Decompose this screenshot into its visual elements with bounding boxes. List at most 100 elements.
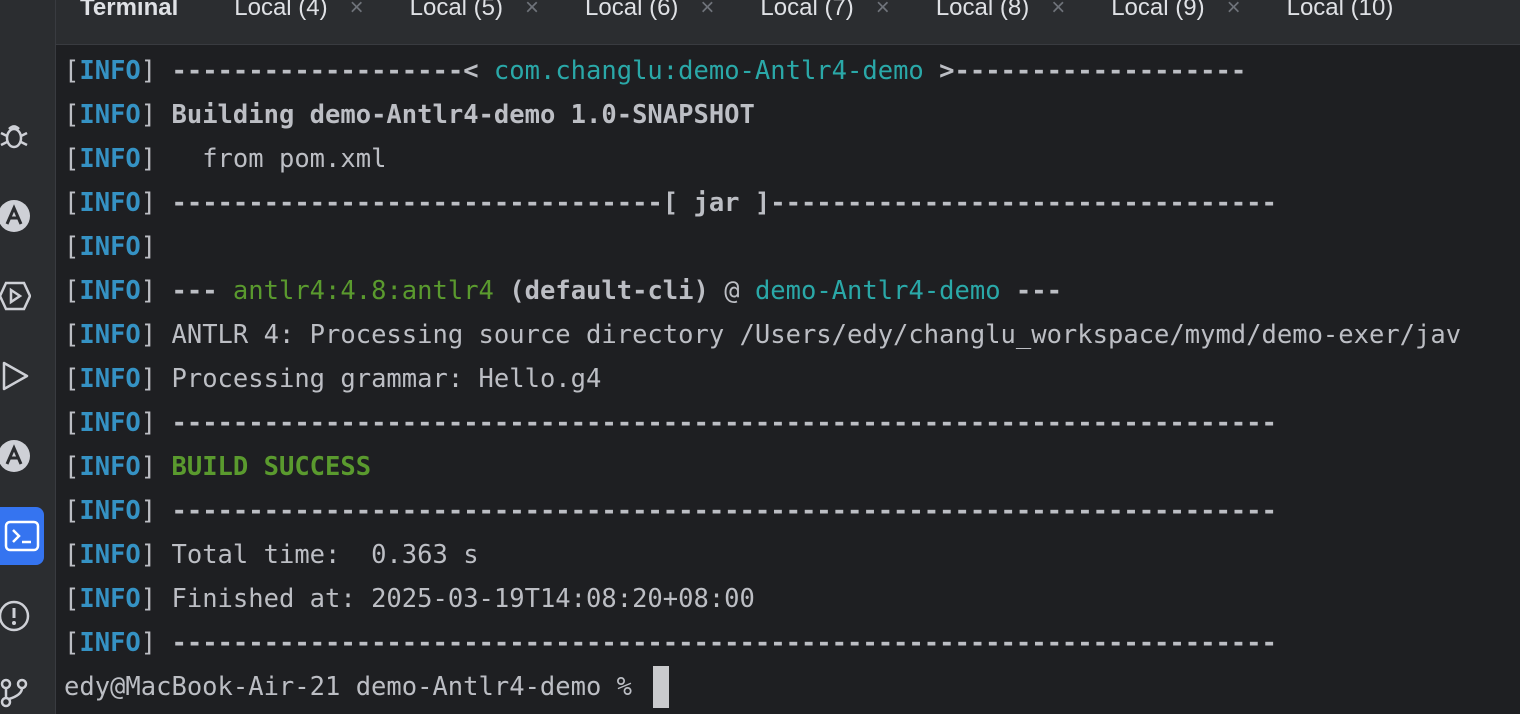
log-level: INFO bbox=[79, 628, 141, 658]
tab-label: Local (5) bbox=[409, 0, 504, 21]
git-branch-icon[interactable] bbox=[0, 672, 34, 712]
log-level: INFO bbox=[79, 276, 141, 306]
log-segment: [ bbox=[64, 144, 80, 174]
close-icon[interactable]: × bbox=[700, 0, 714, 20]
close-icon[interactable]: × bbox=[1051, 0, 1065, 20]
tool-window-strip bbox=[0, 0, 56, 714]
ant-build-icon[interactable] bbox=[0, 436, 34, 476]
log-segment: [ bbox=[64, 188, 80, 218]
terminal-line: [INFO] Finished at: 2025-03-19T14:08:20+… bbox=[64, 577, 1520, 621]
terminal-lines: [INFO] -------------------< com.changlu:… bbox=[64, 49, 1520, 665]
log-segment: ] bbox=[140, 144, 172, 174]
tab-local-8[interactable]: Local (8) × bbox=[935, 0, 1065, 21]
close-icon[interactable]: × bbox=[1227, 0, 1241, 20]
terminal-line: [INFO] from pom.xml bbox=[64, 137, 1520, 181]
log-segment: [ bbox=[64, 496, 80, 526]
tab-local-9[interactable]: Local (9) × bbox=[1111, 0, 1241, 21]
log-segment: ] bbox=[140, 628, 172, 658]
log-segment: [ bbox=[64, 584, 80, 614]
tab-local-10[interactable]: Local (10) bbox=[1286, 0, 1394, 21]
log-segment: [ bbox=[64, 276, 80, 306]
log-segment: [ bbox=[64, 232, 80, 262]
log-level: INFO bbox=[79, 56, 141, 86]
log-segment: [ bbox=[64, 56, 80, 86]
log-segment: --- bbox=[1000, 276, 1062, 306]
problems-icon[interactable] bbox=[0, 596, 34, 636]
log-level: INFO bbox=[79, 408, 141, 438]
log-segment: ] bbox=[140, 408, 172, 438]
terminal-prompt-line[interactable]: edy@MacBook-Air-21 demo-Antlr4-demo % bbox=[64, 665, 1520, 709]
terminal-line: [INFO] ---------------------------------… bbox=[64, 621, 1520, 665]
log-segment: antlr4:4.8:antlr4 bbox=[232, 276, 494, 306]
tab-local-4[interactable]: Local (4) × bbox=[234, 0, 364, 20]
log-segment: --------------------------------[ jar ]-… bbox=[171, 188, 1277, 218]
terminal-line: [INFO] Processing grammar: Hello.g4 bbox=[64, 357, 1520, 401]
terminal-line: [INFO] ANTLR 4: Processing source direct… bbox=[64, 313, 1520, 357]
log-segment: [ bbox=[64, 540, 80, 570]
log-level: INFO bbox=[79, 364, 141, 394]
terminal-line: [INFO] Building demo-Antlr4-demo 1.0-SNA… bbox=[64, 93, 1520, 137]
log-level: INFO bbox=[79, 496, 141, 526]
log-segment: [ bbox=[64, 628, 80, 658]
log-segment: ] bbox=[140, 56, 172, 86]
close-icon[interactable]: × bbox=[525, 0, 539, 20]
log-level: INFO bbox=[79, 232, 141, 262]
log-segment: com.changlu:demo-Antlr4-demo bbox=[493, 56, 924, 86]
log-segment: ] bbox=[140, 188, 172, 218]
terminal-output[interactable]: [INFO] -------------------< com.changlu:… bbox=[64, 49, 1520, 714]
log-segment: Processing grammar: Hello.g4 bbox=[171, 364, 602, 394]
log-segment: ANTLR 4: Processing source directory /Us… bbox=[171, 320, 1462, 350]
close-icon[interactable]: × bbox=[350, 0, 364, 20]
log-segment: [ bbox=[64, 100, 80, 130]
log-segment: ----------------------------------------… bbox=[171, 628, 1277, 658]
tab-terminal-title[interactable]: Terminal bbox=[80, 0, 178, 20]
log-level: INFO bbox=[79, 584, 141, 614]
terminal-line: [INFO] Total time: 0.363 s bbox=[64, 533, 1520, 577]
log-level: INFO bbox=[79, 100, 141, 130]
tab-label: Local (9) bbox=[1111, 0, 1205, 21]
terminal-line: [INFO] --------------------------------[… bbox=[64, 181, 1520, 225]
log-segment: [ bbox=[64, 320, 80, 350]
log-segment: Finished at: 2025-03-19T14:08:20+08:00 bbox=[171, 584, 755, 614]
log-segment bbox=[494, 276, 509, 306]
log-segment: ] bbox=[140, 232, 157, 262]
log-level: INFO bbox=[79, 144, 141, 174]
terminal-line: [INFO] BUILD SUCCESS bbox=[64, 445, 1520, 489]
bug-icon[interactable] bbox=[0, 116, 34, 156]
log-level: INFO bbox=[79, 320, 141, 350]
log-segment: ] bbox=[140, 100, 172, 130]
tab-label: Local (7) bbox=[760, 0, 854, 21]
close-icon[interactable]: × bbox=[876, 0, 890, 20]
log-segment: --- bbox=[171, 276, 233, 306]
terminal-line: [INFO] bbox=[64, 225, 1520, 269]
terminal-line: [INFO] ---------------------------------… bbox=[64, 401, 1520, 445]
log-segment: @ bbox=[708, 276, 755, 306]
log-segment: ] bbox=[140, 320, 172, 350]
tab-local-5[interactable]: Local (5) × bbox=[409, 0, 539, 21]
log-segment: Building demo-Antlr4-demo 1.0-SNAPSHOT bbox=[171, 100, 755, 130]
tab-local-7[interactable]: Local (7) × bbox=[760, 0, 890, 21]
shell-prompt: edy@MacBook-Air-21 demo-Antlr4-demo % bbox=[64, 672, 648, 702]
log-segment: [ bbox=[64, 408, 80, 438]
log-segment: demo-Antlr4-demo bbox=[754, 276, 1001, 306]
log-segment: -------------------< bbox=[171, 56, 494, 86]
log-segment: [ bbox=[64, 452, 80, 482]
tab-label: Local (10) bbox=[1286, 0, 1394, 21]
log-segment: BUILD SUCCESS bbox=[171, 452, 372, 482]
log-segment: ] bbox=[140, 540, 172, 570]
ant-icon[interactable] bbox=[0, 196, 34, 236]
tab-local-6[interactable]: Local (6) × bbox=[585, 0, 714, 21]
tab-label: Local (8) bbox=[935, 0, 1030, 21]
log-segment: [ bbox=[64, 364, 80, 394]
log-segment: from pom.xml bbox=[171, 144, 387, 174]
run-icon[interactable] bbox=[0, 356, 34, 396]
services-icon[interactable] bbox=[0, 276, 34, 316]
text-cursor bbox=[653, 666, 670, 708]
terminal-icon[interactable] bbox=[0, 507, 44, 565]
log-segment: ] bbox=[140, 496, 172, 526]
log-segment: ] bbox=[140, 584, 172, 614]
log-segment: >------------------- bbox=[923, 56, 1247, 86]
log-level: INFO bbox=[79, 540, 141, 570]
tab-label: Local (6) bbox=[585, 0, 679, 21]
log-segment: ] bbox=[140, 364, 172, 394]
